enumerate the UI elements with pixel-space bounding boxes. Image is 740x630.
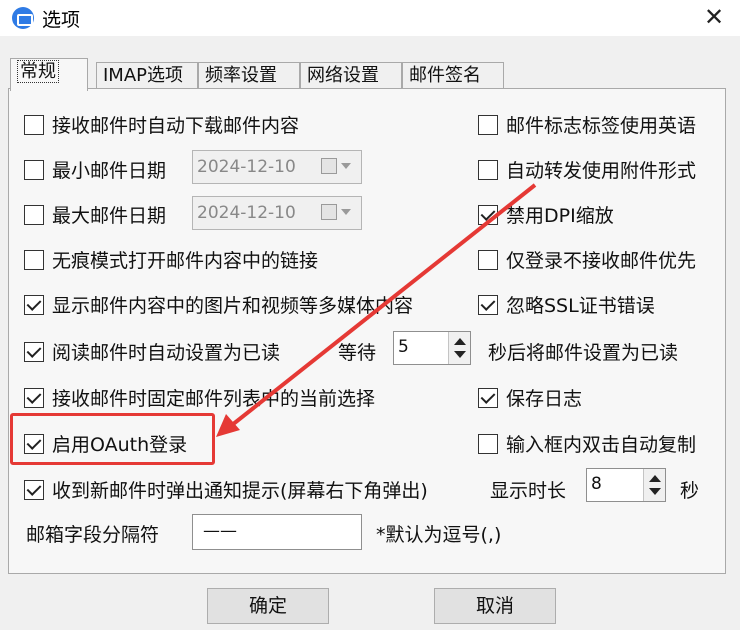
tab-general[interactable]: 常规 — [10, 58, 88, 91]
annotation-arrow — [216, 183, 537, 437]
arrow-line — [230, 183, 537, 427]
tab-general-label: 常规 — [17, 60, 59, 83]
arrow-head-icon — [216, 414, 240, 437]
